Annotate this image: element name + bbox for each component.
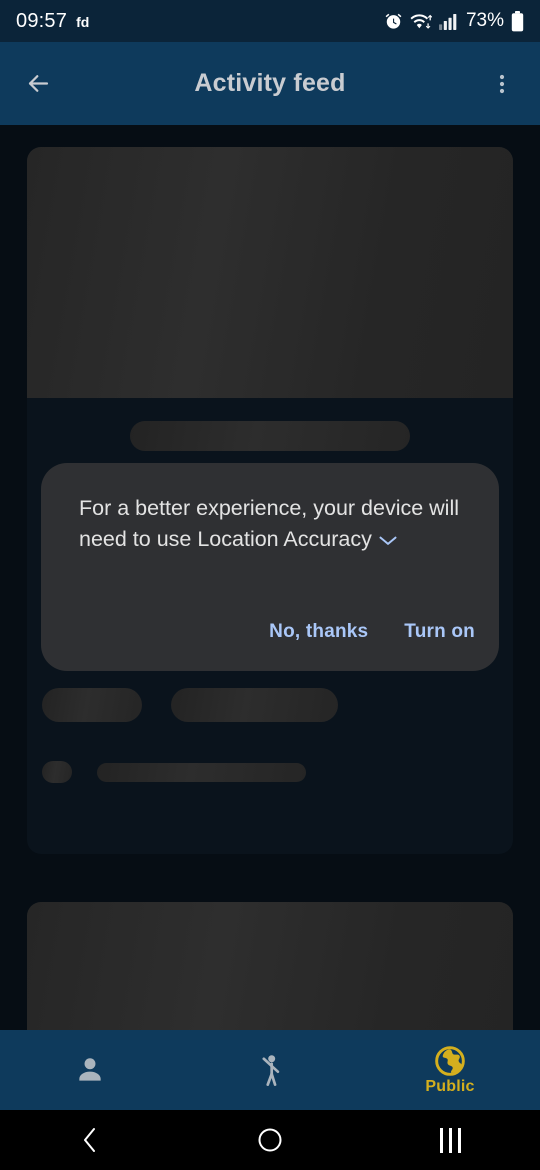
skeleton-chip-row <box>42 688 338 722</box>
skeleton-title-bar <box>130 421 410 451</box>
turn-on-button[interactable]: Turn on <box>404 621 475 643</box>
android-back-button[interactable] <box>0 1127 180 1153</box>
cellular-signal-icon <box>439 13 457 30</box>
dialog-expand-button[interactable] <box>378 525 398 556</box>
dialog-message-row: For a better experience, your device wil… <box>79 493 467 556</box>
dialog-message: For a better experience, your device wil… <box>79 496 460 551</box>
back-button[interactable] <box>16 62 60 106</box>
nav-tab-public[interactable]: Public <box>360 1030 540 1110</box>
battery-icon <box>511 10 524 31</box>
bottom-navigation-bar: Public <box>0 1030 540 1110</box>
status-bar-left: 09:57 fd <box>16 10 89 33</box>
no-thanks-button[interactable]: No, thanks <box>269 621 368 643</box>
status-bar-carrier-tag: fd <box>76 13 90 30</box>
globe-icon <box>435 1045 465 1076</box>
android-home-button[interactable] <box>180 1127 360 1153</box>
wifi-icon <box>410 13 432 29</box>
android-recents-button[interactable] <box>360 1127 540 1153</box>
nav-home-icon <box>258 1128 282 1152</box>
alarm-icon <box>385 13 402 29</box>
skeleton-chip <box>171 688 338 722</box>
status-bar: 09:57 fd 73% <box>0 0 540 42</box>
location-accuracy-dialog: For a better experience, your device wil… <box>41 463 499 671</box>
chevron-down-icon <box>379 536 397 545</box>
nav-tab-profile[interactable] <box>0 1030 180 1110</box>
skeleton-meta-row <box>42 761 306 783</box>
skeleton-chip <box>42 688 142 722</box>
page-title: Activity feed <box>194 69 346 97</box>
phone-screen: 09:57 fd 73% Activity feed For a better … <box>0 0 540 1170</box>
overflow-menu-button[interactable] <box>480 62 524 106</box>
dialog-actions: No, thanks Turn on <box>269 621 475 643</box>
more-vertical-icon <box>499 74 505 93</box>
nav-tab-public-label: Public <box>425 1077 475 1095</box>
nav-back-icon <box>84 1128 95 1152</box>
status-bar-clock: 09:57 <box>16 9 68 32</box>
status-bar-right: 73% <box>384 10 524 32</box>
card-media-placeholder <box>27 147 513 398</box>
battery-percent-label: 73% <box>465 10 504 31</box>
activity-card-2[interactable] <box>27 902 513 1030</box>
card-media-placeholder <box>27 902 513 1030</box>
person-icon <box>79 1057 101 1081</box>
skeleton-avatar <box>42 761 72 783</box>
skeleton-text-line <box>97 762 306 782</box>
nav-tab-activity[interactable] <box>180 1030 360 1110</box>
waving-person-icon <box>262 1054 280 1086</box>
nav-recents-icon <box>439 1127 461 1153</box>
android-navigation-bar <box>0 1110 540 1170</box>
app-bar: Activity feed <box>0 42 540 125</box>
arrow-left-icon <box>28 75 48 92</box>
